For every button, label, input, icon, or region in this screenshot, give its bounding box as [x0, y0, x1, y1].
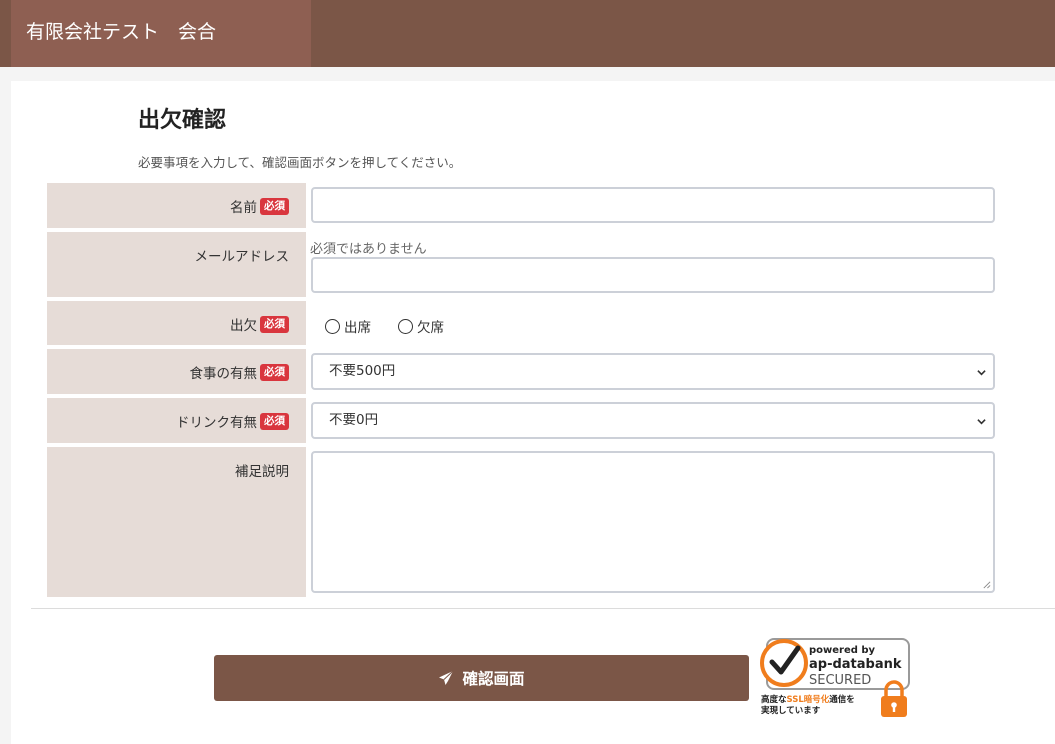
drink-label: ドリンク有無	[176, 415, 257, 431]
radio-circle-icon[interactable]	[398, 318, 413, 334]
email-optional-note: 必須ではありません	[310, 242, 427, 257]
drink-selected-value: 不要0円	[329, 412, 379, 428]
meal-label: 食事の有無	[189, 366, 258, 382]
attendance-radio-attend[interactable]: 出席	[325, 316, 371, 336]
required-badge: 必須	[260, 315, 289, 333]
email-input[interactable]	[311, 257, 995, 293]
seal-powered-by: powered by	[809, 645, 876, 656]
seal-secured: SECURED	[809, 673, 871, 688]
ssl-seal[interactable]: powered by ap-databank SECURED 高度なSSL暗号化…	[757, 637, 913, 721]
seal-caption-line2: 実現しています	[761, 705, 821, 716]
required-badge: 必須	[260, 363, 289, 381]
resize-handle-icon[interactable]	[982, 580, 991, 589]
page-title: 出欠確認	[138, 108, 227, 133]
radio-label-absent: 欠席	[417, 320, 444, 336]
ssl-seal-graphic: powered by ap-databank SECURED 高度なSSL暗号化…	[760, 638, 910, 717]
site-title[interactable]: 有限会社テスト 会合	[11, 0, 311, 67]
name-label-cell: 名前 必須	[47, 183, 306, 228]
attendance-radio-absent[interactable]: 欠席	[398, 316, 444, 336]
name-label: 名前	[230, 200, 257, 216]
top-bar: 有限会社テスト 会合	[0, 0, 1055, 67]
remarks-label: 補足説明	[235, 464, 289, 480]
drink-select[interactable]: 不要0円	[311, 402, 995, 439]
chevron-down-icon	[977, 419, 986, 425]
remarks-textarea[interactable]	[311, 451, 995, 593]
email-label: メールアドレス	[194, 249, 290, 265]
attendance-label: 出欠	[230, 318, 257, 334]
seal-brand: ap-databank	[809, 657, 902, 672]
radio-label-attend: 出席	[344, 320, 371, 336]
confirm-submit-button[interactable]: 確認画面	[214, 655, 749, 701]
drink-label-cell: ドリンク有無 必須	[47, 398, 306, 443]
paper-plane-icon	[439, 670, 454, 685]
name-input[interactable]	[311, 187, 995, 223]
form-instructions: 必要事項を入力して、確認画面ボタンを押してください。	[138, 155, 462, 170]
meal-select[interactable]: 不要500円	[311, 353, 995, 390]
required-badge: 必須	[260, 197, 289, 215]
required-badge: 必須	[260, 412, 289, 430]
seal-caption-line1: 高度なSSL暗号化通信を	[761, 694, 855, 705]
attendance-label-cell: 出欠 必須	[47, 301, 306, 345]
divider	[31, 608, 1055, 609]
meal-selected-value: 不要500円	[329, 363, 396, 379]
chevron-down-icon	[977, 370, 986, 376]
remarks-label-cell: 補足説明	[47, 447, 306, 597]
email-label-cell: メールアドレス	[47, 232, 306, 297]
meal-label-cell: 食事の有無 必須	[47, 349, 306, 394]
confirm-submit-label: 確認画面	[462, 670, 525, 688]
radio-circle-icon[interactable]	[325, 318, 340, 334]
